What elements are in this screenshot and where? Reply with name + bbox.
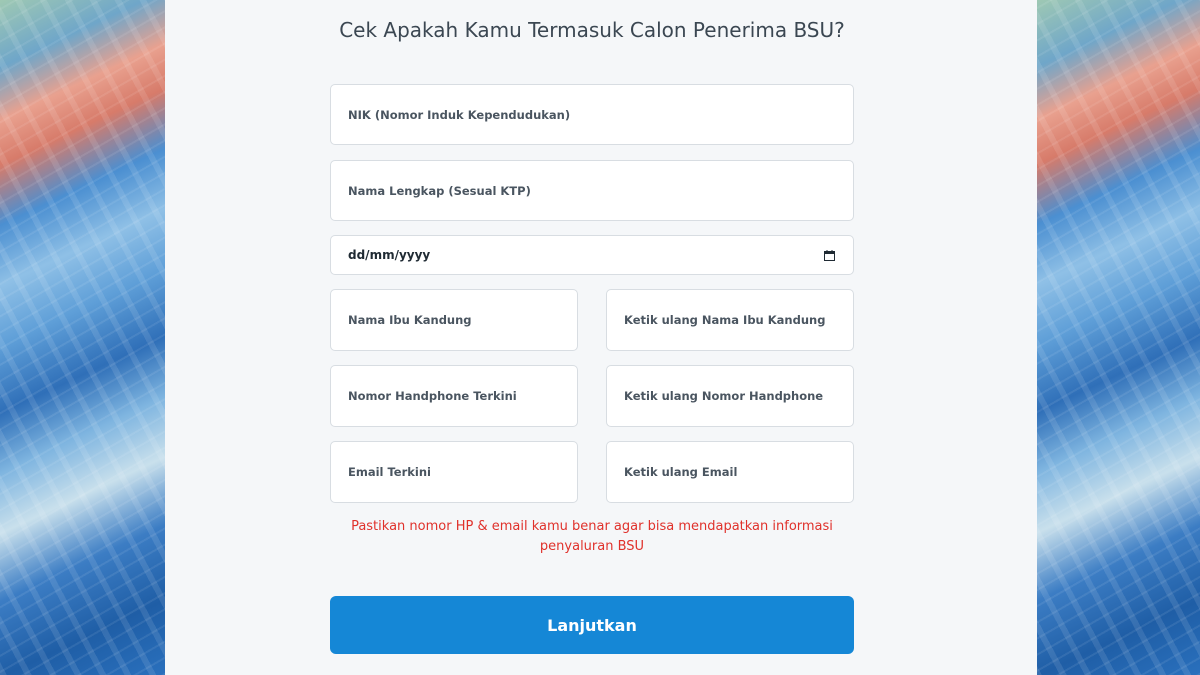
background-banknotes-left (0, 0, 165, 675)
birth-date-input[interactable]: dd/mm/yyyy (330, 235, 854, 275)
mother-name-confirm-placeholder: Ketik ulang Nama Ibu Kandung (624, 313, 826, 327)
form-note: Pastikan nomor HP & email kamu benar aga… (351, 519, 833, 554)
nik-input[interactable]: NIK (Nomor Induk Kependudukan) (330, 84, 854, 145)
email-confirm-input[interactable]: Ketik ulang Email (606, 441, 854, 503)
nik-placeholder: NIK (Nomor Induk Kependudukan) (348, 107, 571, 122)
full-name-input[interactable]: Nama Lengkap (Sesual KTP) (330, 160, 854, 221)
mother-name-placeholder: Nama Ibu Kandung (348, 313, 472, 327)
submit-button[interactable]: Lanjutkan (330, 596, 854, 654)
full-name-placeholder: Nama Lengkap (Sesual KTP) (348, 183, 531, 198)
email-confirm-placeholder: Ketik ulang Email (624, 465, 738, 479)
email-input[interactable]: Email Terkini (330, 441, 578, 503)
mother-name-confirm-input[interactable]: Ketik ulang Nama Ibu Kandung (606, 289, 854, 351)
phone-confirm-input[interactable]: Ketik ulang Nomor Handphone (606, 365, 854, 427)
form-title: Cek Apakah Kamu Termasuk Calon Penerima … (339, 18, 845, 42)
phone-confirm-placeholder: Ketik ulang Nomor Handphone (624, 389, 824, 403)
birth-date-placeholder: dd/mm/yyyy (348, 248, 431, 262)
phone-input[interactable]: Nomor Handphone Terkini (330, 365, 578, 427)
background-banknotes-right (1035, 0, 1200, 675)
mother-name-input[interactable]: Nama Ibu Kandung (330, 289, 578, 351)
calendar-icon[interactable] (824, 249, 835, 261)
phone-placeholder: Nomor Handphone Terkini (348, 389, 517, 403)
email-placeholder: Email Terkini (348, 465, 431, 479)
